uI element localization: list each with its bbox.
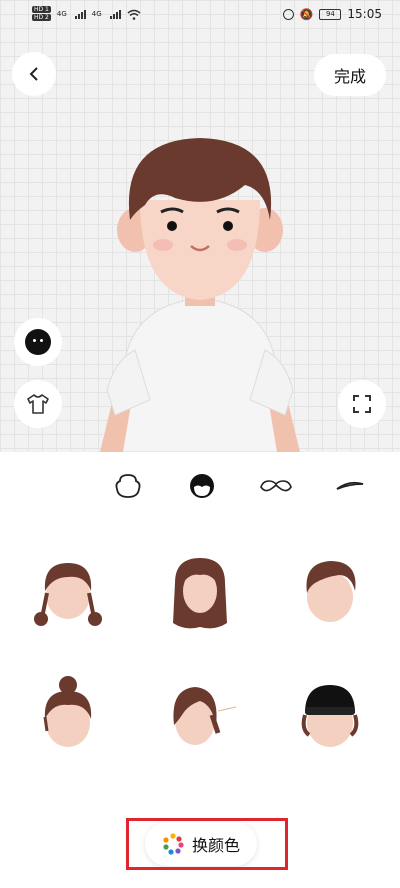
hair-side-swept-thumb xyxy=(306,561,356,622)
tab-eyebrow[interactable] xyxy=(330,466,370,506)
hair-beanie-thumb xyxy=(301,685,359,747)
hair-option-partial-3[interactable] xyxy=(280,782,380,810)
hair-option-beanie[interactable] xyxy=(280,660,380,770)
hair-style-grid xyxy=(0,520,400,810)
shirt-icon xyxy=(27,394,49,414)
tab-hair[interactable] xyxy=(182,466,222,506)
status-right: 🔕 94 15:05 xyxy=(282,7,382,21)
face-icon xyxy=(25,329,51,355)
avatar-figure xyxy=(100,138,300,452)
face-outline-icon xyxy=(115,474,141,498)
signal2-icon xyxy=(109,9,121,19)
hair-option-top-bun[interactable] xyxy=(18,660,118,770)
hair-option-partial-2[interactable] xyxy=(150,782,250,810)
hair-option-side-part-long[interactable] xyxy=(150,660,250,770)
hair-long-wavy-thumb xyxy=(173,558,227,629)
hair-twin-pigtails-thumb xyxy=(34,563,102,626)
battery-level: 94 xyxy=(325,10,335,18)
hair-option-long-wavy[interactable] xyxy=(150,538,250,648)
back-button[interactable] xyxy=(12,52,56,96)
network1-label: 4G xyxy=(56,10,67,18)
alarm-icon xyxy=(282,8,294,20)
face-button[interactable] xyxy=(14,318,62,366)
hair-option-partial-1[interactable] xyxy=(18,782,118,810)
eyebrow-icon xyxy=(336,481,364,490)
done-button[interactable]: 完成 xyxy=(314,54,386,96)
hair-option-twin-pigtails[interactable] xyxy=(18,538,118,648)
mute-icon: 🔕 xyxy=(299,7,314,21)
status-left: HD 1 HD 2 4G 4G xyxy=(32,6,141,22)
network2-label: 4G xyxy=(91,10,102,18)
hair-option-side-swept-short[interactable] xyxy=(280,538,380,648)
fullscreen-button[interactable] xyxy=(338,380,386,428)
battery-icon: 94 xyxy=(319,8,342,20)
wifi-icon xyxy=(127,9,141,20)
fullscreen-icon xyxy=(353,395,371,413)
outfit-button[interactable] xyxy=(14,380,62,428)
category-tabs xyxy=(0,452,400,520)
chevron-left-icon xyxy=(29,67,38,81)
sim-indicator: HD 1 HD 2 xyxy=(32,6,51,22)
hair-top-bun-thumb xyxy=(43,676,92,747)
tab-face-shape[interactable] xyxy=(108,466,148,506)
highlight-annotation xyxy=(126,818,288,870)
mustache-icon xyxy=(260,480,292,492)
hair-icon xyxy=(190,474,214,498)
hair-side-part-thumb xyxy=(173,687,237,745)
sim1-label: HD 1 xyxy=(32,6,51,13)
tab-mustache[interactable] xyxy=(256,466,296,506)
status-bar: HD 1 HD 2 4G 4G 🔕 94 15:05 xyxy=(0,0,400,28)
signal1-icon xyxy=(74,9,86,19)
sim2-label: HD 2 xyxy=(32,14,51,21)
status-time: 15:05 xyxy=(347,7,382,21)
